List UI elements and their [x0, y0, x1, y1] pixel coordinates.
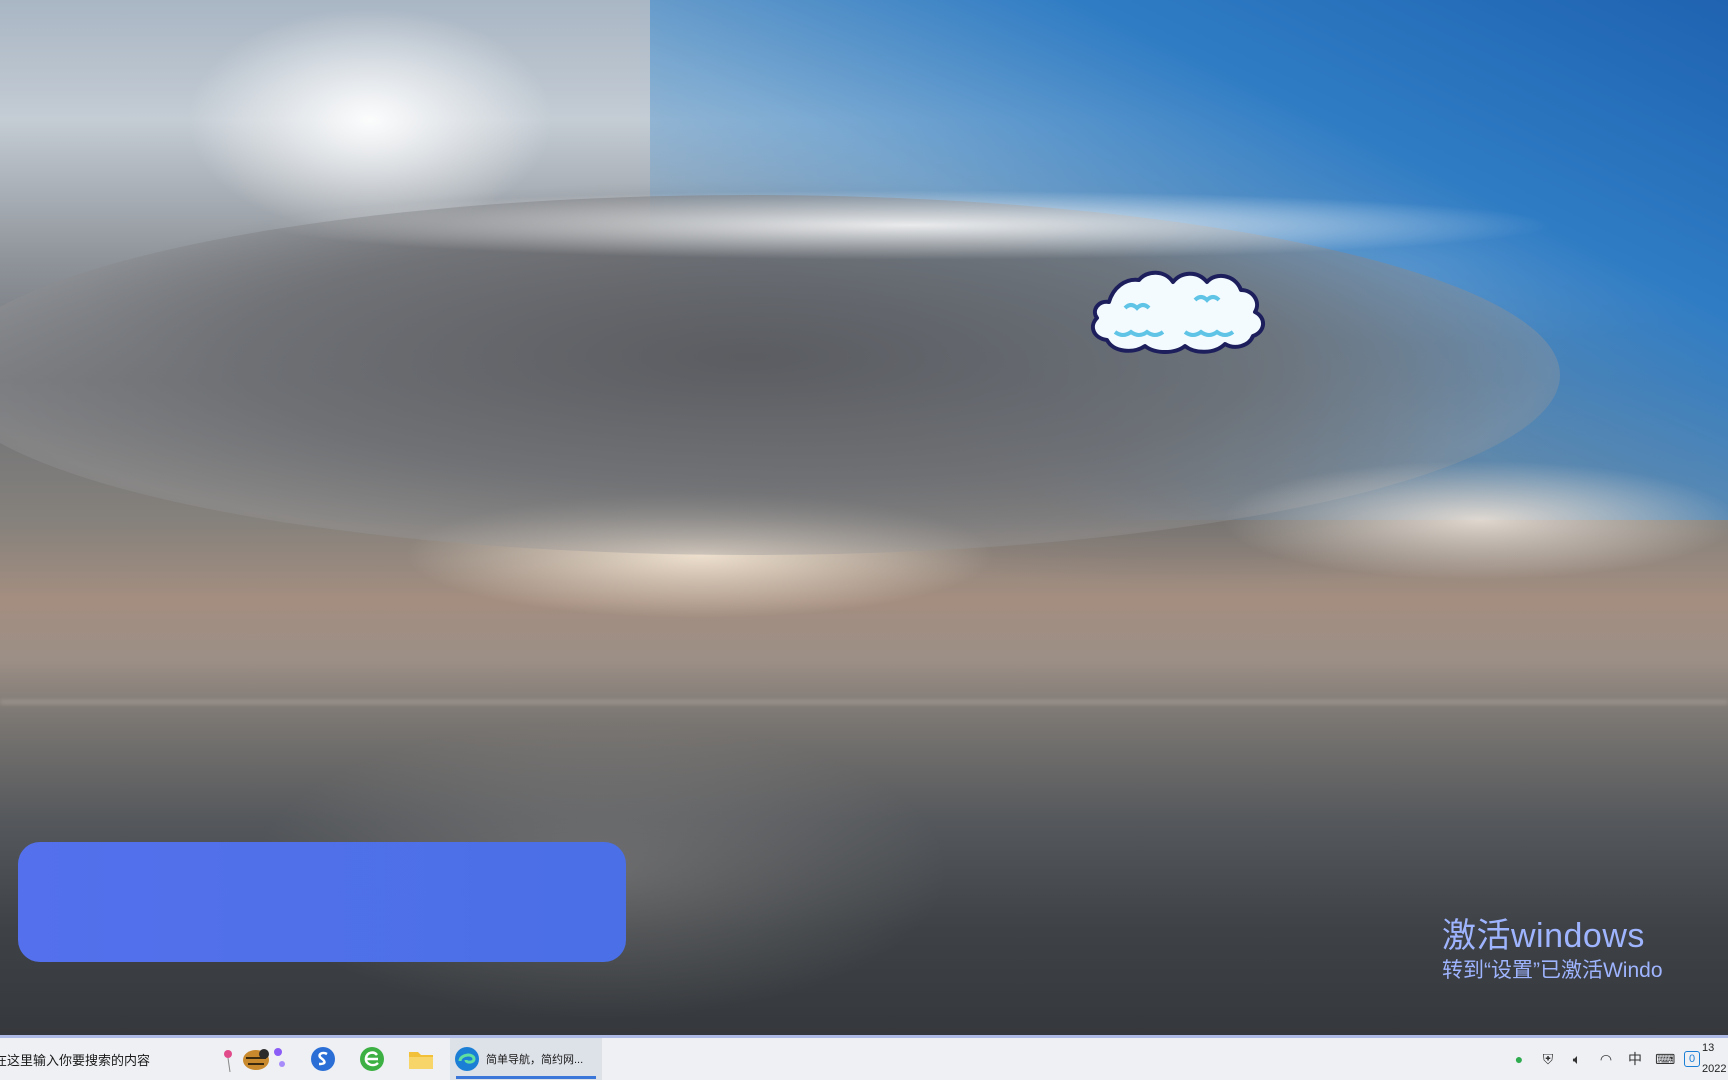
taskbar-clock[interactable]: 13 2022 [1702, 1038, 1728, 1080]
wifi-icon[interactable]: ◠ [1597, 1051, 1615, 1068]
taskbar-window-edge[interactable]: 简单导航，简约网... [450, 1038, 602, 1080]
system-tray: ● ⛨ 🔈︎ ◠ 中 ⌨︎ 0 [1510, 1038, 1700, 1080]
active-window-indicator [456, 1076, 596, 1079]
clock-date: 2022 [1702, 1063, 1727, 1075]
wallpaper-horizon [0, 700, 1728, 704]
blue-overlay-panel[interactable] [18, 842, 626, 962]
taskbar-search-input[interactable]: 在这里输入你要搜索的内容 [0, 1038, 212, 1080]
folder-icon [409, 1052, 433, 1069]
taskbar-app-explorer[interactable] [406, 1038, 436, 1080]
security-shield-icon[interactable]: ⛨ [1539, 1051, 1557, 1068]
edge-window-title: 简单导航，简约网... [486, 1054, 584, 1066]
volume-icon[interactable]: 🔈︎ [1568, 1051, 1586, 1068]
edge-browser-icon [455, 1047, 479, 1071]
desktop-pet-cloud-icon[interactable] [1085, 260, 1281, 360]
green-e-icon [360, 1047, 384, 1071]
ime-indicator[interactable]: 中 [1626, 1049, 1644, 1069]
taskbar-app-360[interactable] [357, 1038, 387, 1080]
clock-time: 13 [1702, 1042, 1715, 1054]
notification-badge[interactable]: 0 [1684, 1051, 1700, 1067]
green-dot-icon[interactable]: ● [1510, 1051, 1528, 1067]
activate-windows-watermark: 激活windows 转到“设置”已激活Windo [1442, 916, 1728, 986]
search-mascot-icon[interactable] [218, 1038, 292, 1080]
taskbar-app-sogou[interactable] [308, 1038, 338, 1080]
desktop-wallpaper: 激活windows 转到“设置”已激活Windo [0, 0, 1728, 1035]
search-placeholder: 在这里输入你要搜索的内容 [0, 1052, 151, 1068]
activation-title: 激活windows [1442, 917, 1645, 955]
wallpaper-cloud-highlight [260, 190, 1560, 260]
wallpaper-cloud-right [1220, 460, 1728, 580]
activation-subtitle: 转到“设置”已激活Windo [1442, 959, 1663, 982]
taskbar: 在这里输入你要搜索的内容 简单导航，简约网... ● ⛨ 🔈︎ ◠ 中 ⌨︎ 0… [0, 1035, 1728, 1080]
keyboard-icon[interactable]: ⌨︎ [1655, 1051, 1675, 1068]
s-swirl-icon [311, 1047, 335, 1071]
